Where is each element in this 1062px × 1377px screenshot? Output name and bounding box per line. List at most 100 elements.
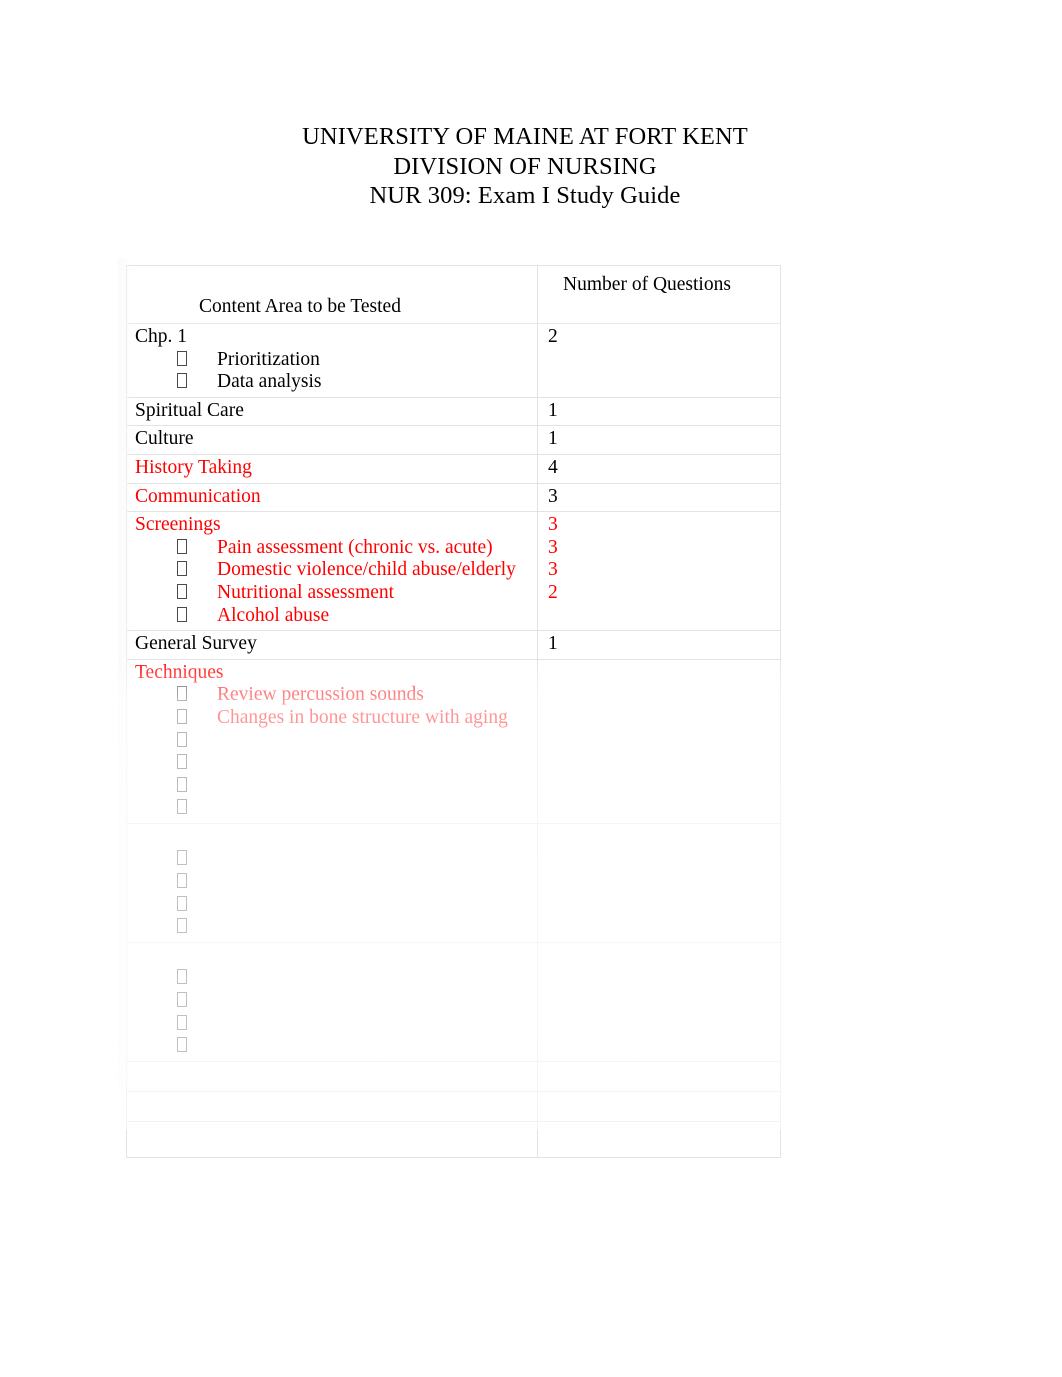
total-label-obscured (135, 1124, 531, 1147)
bullet-box-icon (177, 850, 187, 866)
row-title: Chp. 1 (135, 326, 188, 347)
row-count-cell (537, 658, 781, 824)
bullet-box-icon (177, 606, 187, 622)
sub-item-obscured: ​ (135, 1013, 531, 1036)
row-content-cell: Techniques Review percussion sounds Chan… (126, 658, 538, 824)
sub-item-label: Prioritization (217, 348, 320, 370)
study-guide-table-wrapper: Content Area to be Tested Number of Ques… (126, 265, 781, 1158)
document-page: UNIVERSITY OF MAINE AT FORT KENT DIVISIO… (0, 0, 1062, 1377)
row-content-cell (126, 1060, 538, 1092)
table-row-obscured (126, 1060, 781, 1092)
sub-item-obscured: ​ (135, 848, 531, 871)
bullet-box-icon (177, 731, 187, 747)
table-row: Techniques Review percussion sounds Chan… (126, 658, 781, 824)
sub-item: Nutritional assessment (135, 582, 531, 605)
row-count: 1 (548, 399, 558, 421)
sub-item-label: Nutritional assessment (217, 581, 395, 603)
row-content-cell (126, 1090, 538, 1122)
sub-item: Pain assessment (chronic vs. acute) (135, 537, 531, 560)
header-cell-content-area: Content Area to be Tested (126, 265, 538, 324)
bullet-box-icon (177, 373, 187, 389)
row-title: General Survey (135, 633, 257, 655)
table-row: Chp. 1 Prioritization Data analysis 2 (126, 323, 781, 398)
row-content-cell: ​ ​ ​ ​ (126, 941, 538, 1062)
bullet-box-icon (177, 895, 187, 911)
sub-item-label: Review percussion sounds (217, 684, 424, 706)
sub-item-label: Data analysis (217, 371, 322, 393)
sub-item: Alcohol abuse (135, 605, 531, 628)
sub-item-obscured: ​ (135, 797, 531, 820)
row-count-cell: 1 (537, 396, 781, 427)
sub-item-obscured: ​ (135, 916, 531, 939)
sub-item-count: 3 (548, 536, 558, 558)
sub-item: Domestic violence/child abuse/elderly (135, 559, 531, 582)
total-label-cell (126, 1120, 538, 1158)
sub-item-obscured: ​ (135, 752, 531, 775)
table-row-obscured: ​ ​ ​ ​ (126, 822, 781, 943)
sub-item-obscured: ​ (135, 967, 531, 990)
table-row: History Taking 4 (126, 453, 781, 484)
sub-item-obscured: ​ (135, 871, 531, 894)
row-content-cell: Culture (126, 425, 538, 455)
bullet-box-icon (177, 873, 187, 889)
sub-item-obscured: ​ (135, 730, 531, 753)
row-count-cell: 3 3 3 2 (537, 511, 781, 632)
row-title: Spiritual Care (135, 399, 244, 421)
row-title: History Taking (135, 456, 252, 478)
row-count-cell (537, 941, 781, 1062)
row-count: 3 (548, 485, 558, 507)
sub-item-label: Alcohol abuse (217, 604, 330, 626)
sub-item: Prioritization (135, 349, 531, 372)
table-header-row: Content Area to be Tested Number of Ques… (126, 265, 781, 324)
header-label-content-area: Content Area to be Tested (199, 296, 401, 317)
bullet-box-icon (177, 799, 187, 815)
row-count-cell: 3 (537, 482, 781, 513)
total-count-obscured (548, 1124, 774, 1147)
row-title: Techniques (135, 661, 224, 683)
row-content-cell: General Survey (126, 630, 538, 660)
sub-item: Data analysis (135, 371, 531, 394)
table-row: Screenings Pain assessment (chronic vs. … (126, 511, 781, 632)
row-title: Communication (135, 485, 261, 507)
bullet-box-icon (177, 969, 187, 985)
bullet-box-icon (177, 1014, 187, 1030)
row-content-cell: Chp. 1 Prioritization Data analysis (126, 323, 538, 398)
bullet-box-icon (177, 686, 187, 702)
table-row: Spiritual Care 1 (126, 396, 781, 427)
table-row-obscured (126, 1090, 781, 1122)
row-count-cell: 2 (537, 323, 781, 398)
sub-item: Review percussion sounds (135, 684, 531, 707)
bullet-box-icon (177, 561, 187, 577)
row-content-cell: History Taking (126, 453, 538, 484)
table-row: Communication 3 (126, 482, 781, 513)
row-title: Screenings (135, 514, 221, 536)
sub-item-obscured: ​ (135, 1035, 531, 1058)
row-title: Culture (135, 428, 194, 450)
row-content-cell: Screenings Pain assessment (chronic vs. … (126, 511, 538, 632)
sub-item-count: 3 (548, 514, 558, 536)
row-content-cell: Spiritual Care (126, 396, 538, 427)
sub-item-count: 3 (548, 559, 558, 581)
row-count-cell: 1 (537, 630, 781, 660)
table-total-row-obscured (126, 1120, 781, 1158)
row-title-obscured (135, 945, 531, 968)
sub-item-obscured: ​ (135, 775, 531, 798)
bullet-box-icon (177, 776, 187, 792)
bullet-box-icon (177, 708, 187, 724)
sub-item-label: Domestic violence/child abuse/elderly (217, 559, 516, 581)
total-count-cell (537, 1120, 781, 1158)
bullet-box-icon (177, 918, 187, 934)
row-title-obscured (135, 826, 531, 849)
row-count: 2 (548, 326, 558, 347)
heading-line-course: NUR 309: Exam I Study Guide (369, 182, 681, 209)
bullet-box-icon (177, 583, 187, 599)
row-count: 4 (548, 456, 558, 478)
header-cell-number-of-questions: Number of Questions (537, 265, 781, 324)
sub-item-count: 2 (548, 581, 558, 603)
sub-item-obscured: ​ (135, 894, 531, 917)
row-count-cell (537, 822, 781, 943)
table-row: General Survey 1 (126, 630, 781, 660)
sub-item-label: Changes in bone structure with aging (217, 706, 508, 728)
row-content-cell: Communication (126, 482, 538, 513)
heading-line-division: DIVISION OF NURSING (393, 152, 657, 180)
